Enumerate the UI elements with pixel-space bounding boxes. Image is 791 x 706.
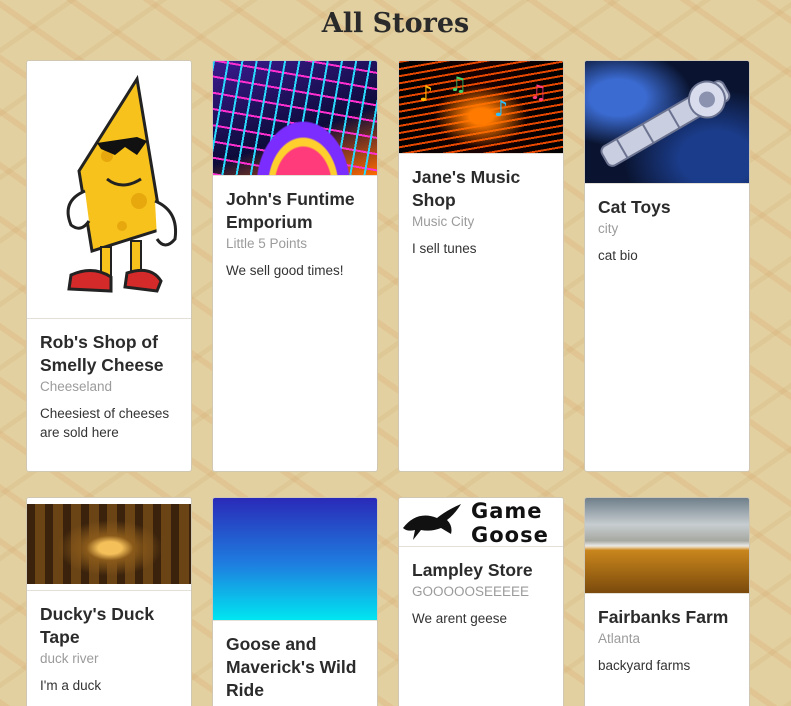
music-notes-icon: ♪ ♫ ♪ ♫ [419,72,547,122]
store-bio: We sell good times! [226,263,344,278]
svg-text:♪: ♪ [419,82,433,107]
store-name[interactable]: John's Funtime Emporium [226,188,364,234]
store-bio: I'm a duck [40,678,102,693]
store-name[interactable]: Jane's Music Shop [412,166,550,212]
store-name[interactable]: Lampley Store [412,559,550,582]
store-name[interactable]: Cat Toys [598,196,736,219]
store-bio: We arent geese [412,611,508,626]
cheese-mascot-icon [66,74,178,293]
store-image [585,61,749,184]
store-image [585,498,749,594]
store-location: Little 5 Points [226,236,308,251]
store-card[interactable]: John's Funtime Emporium Little 5 Points … [212,60,378,472]
store-image: Game Goose [399,498,563,547]
store-bio: Cheesiest of cheeses are sold here [40,406,170,440]
store-card[interactable]: ♪ ♫ ♪ ♫ Jane's Music Shop Music City I s… [398,60,564,472]
tardis-interior-icon [27,504,191,584]
store-bio: cat bio [598,248,638,263]
store-image [213,61,377,176]
store-card[interactable]: Ducky's Duck Tape duck river I'm a duck [26,497,192,706]
svg-text:♫: ♫ [529,80,547,104]
store-location: Music City [412,214,475,229]
store-bio: I sell tunes [412,241,477,256]
store-card[interactable]: Game Goose Lampley Store GOOOOOSEEEEE We… [398,497,564,706]
store-location: Atlanta [598,631,641,646]
store-bio: backyard farms [598,658,691,673]
svg-text:♫: ♫ [449,72,467,96]
store-card[interactable]: Cat Toys city cat bio [584,60,750,472]
store-grid: Rob's Shop of Smelly Cheese Cheeseland C… [0,0,791,706]
store-card[interactable]: Rob's Shop of Smelly Cheese Cheeseland C… [26,60,192,472]
store-name[interactable]: Goose and Maverick's Wild Ride [226,633,364,702]
store-location: Cheeseland [40,379,113,394]
store-image [213,498,377,621]
store-name[interactable]: Ducky's Duck Tape [40,603,178,649]
store-card[interactable]: Goose and Maverick's Wild Ride [212,497,378,706]
store-name[interactable]: Fairbanks Farm [598,606,736,629]
store-image [27,61,191,319]
logo-text-line: Goose [471,523,549,547]
store-image [27,498,191,591]
store-card[interactable]: Fairbanks Farm Atlanta backyard farms [584,497,750,706]
store-image: ♪ ♫ ♪ ♫ [399,61,563,154]
store-location: duck river [40,651,99,666]
goose-logo-icon [403,504,461,540]
spaceship-icon [600,80,731,167]
store-location: GOOOOOSEEEEE [412,584,530,599]
store-location: city [598,221,619,236]
store-name[interactable]: Rob's Shop of Smelly Cheese [40,331,178,377]
svg-text:♪: ♪ [494,97,508,122]
logo-text-line: Game [471,499,543,523]
